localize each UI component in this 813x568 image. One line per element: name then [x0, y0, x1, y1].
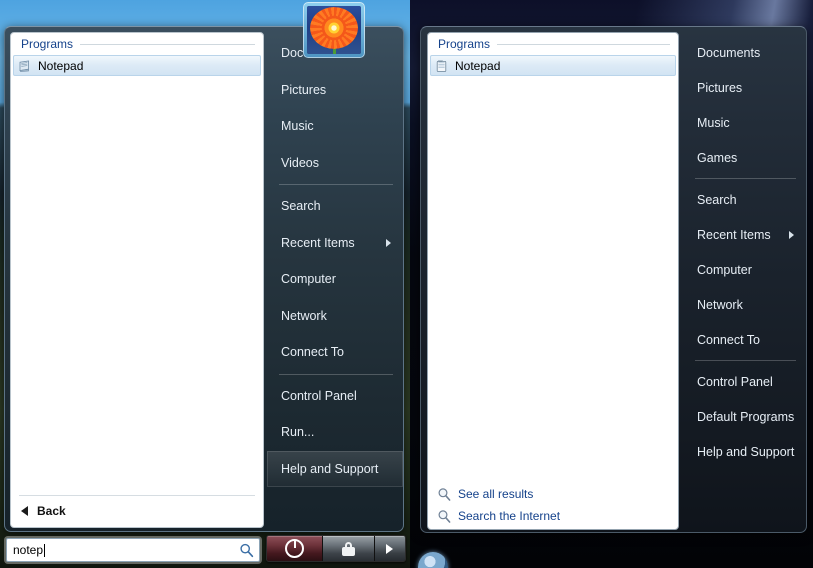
- menu-item-connect-to[interactable]: Connect To: [267, 334, 403, 371]
- menu-item-label: Documents: [697, 45, 761, 60]
- menu-item-label: Network: [697, 297, 743, 312]
- menu-item-label: Videos: [281, 155, 319, 170]
- chevron-right-icon: [789, 230, 794, 239]
- menu-item-label: Games: [697, 150, 738, 165]
- menu-item-pictures[interactable]: Pictures: [683, 70, 806, 105]
- menu-separator: [695, 360, 796, 361]
- menu-item-help-and-support[interactable]: Help and Support: [683, 434, 806, 469]
- menu-item-computer[interactable]: Computer: [267, 261, 403, 298]
- menu-item-label: Help and Support: [697, 444, 795, 459]
- search-the-internet-label: Search the Internet: [458, 509, 561, 523]
- menu-separator: [279, 184, 393, 185]
- lock-button[interactable]: [322, 536, 374, 561]
- result-item-label: Notepad: [38, 58, 84, 73]
- notepad-icon: [435, 59, 449, 73]
- menu-item-label: Computer: [697, 262, 752, 277]
- back-button-left[interactable]: Back: [11, 495, 263, 527]
- chevron-right-icon: [386, 238, 391, 247]
- search-the-internet-link[interactable]: Search the Internet: [428, 505, 678, 527]
- user-avatar-flower[interactable]: [303, 2, 365, 58]
- header-rule: [80, 43, 255, 45]
- programs-header-left: Programs: [11, 33, 263, 55]
- programs-header-label: Programs: [21, 37, 74, 51]
- start-menu-links-right: Documents Pictures Music Games Search Re…: [683, 27, 806, 532]
- see-all-results-label: See all results: [458, 487, 534, 501]
- menu-item-control-panel[interactable]: Control Panel: [683, 364, 806, 399]
- menu-item-videos[interactable]: Videos: [267, 145, 403, 182]
- menu-item-label: Music: [281, 119, 314, 134]
- search-icon[interactable]: [239, 543, 254, 558]
- result-item-notepad-right[interactable]: Notepad: [430, 55, 676, 76]
- menu-item-label: Default Programs: [697, 409, 795, 424]
- menu-item-network[interactable]: Network: [683, 287, 806, 322]
- menu-item-search[interactable]: Search: [683, 182, 806, 217]
- search-icon: [437, 487, 452, 502]
- menu-item-run[interactable]: Run...: [267, 414, 403, 451]
- programs-header-right: Programs: [428, 33, 678, 55]
- menu-separator: [695, 178, 796, 179]
- menu-item-music[interactable]: Music: [267, 108, 403, 145]
- search-footer-links: See all results Search the Internet: [428, 483, 678, 527]
- menu-item-games[interactable]: Games: [683, 140, 806, 175]
- menu-item-label: Search: [697, 192, 737, 207]
- menu-item-label: Search: [281, 199, 321, 214]
- menu-item-control-panel[interactable]: Control Panel: [267, 378, 403, 415]
- left-desktop: Programs Notepad Back Pictures Music Vid…: [0, 0, 410, 568]
- program-results-pane-left: Programs Notepad Back: [10, 32, 264, 528]
- menu-item-pictures[interactable]: Pictures: [267, 72, 403, 109]
- menu-item-help-and-support[interactable]: Help and Support: [267, 450, 403, 487]
- right-desktop: Programs Notepad See all results Search …: [410, 0, 813, 568]
- lock-icon: [341, 541, 355, 556]
- search-icon: [437, 509, 452, 524]
- menu-item-label: Control Panel: [697, 374, 773, 389]
- start-menu-links-left: Documents Pictures Music Videos Search R…: [267, 27, 403, 531]
- menu-item-search[interactable]: Search: [267, 188, 403, 225]
- menu-item-label: Music: [697, 115, 730, 130]
- menu-item-recent-items[interactable]: Recent Items: [267, 225, 403, 262]
- menu-item-label: Control Panel: [281, 388, 357, 403]
- result-item-notepad-left[interactable]: Notepad: [13, 55, 261, 76]
- menu-separator: [279, 373, 393, 375]
- menu-item-label: Run...: [281, 425, 315, 440]
- menu-item-recent-items[interactable]: Recent Items: [683, 217, 806, 252]
- start-menu-left: Programs Notepad Back Pictures Music Vid…: [4, 26, 404, 532]
- screenshot-root: Programs Notepad Back Pictures Music Vid…: [0, 0, 813, 568]
- program-results-pane-right: Programs Notepad See all results Search …: [427, 32, 679, 530]
- menu-item-label: Pictures: [697, 80, 743, 95]
- menu-item-music[interactable]: Music: [683, 105, 806, 140]
- avatar-frame: [303, 2, 365, 58]
- triangle-right-icon: [386, 543, 394, 554]
- power-button-group-left: [266, 535, 406, 562]
- menu-item-computer[interactable]: Computer: [683, 252, 806, 287]
- menu-item-label: Pictures: [281, 82, 327, 97]
- text-caret: [44, 543, 46, 557]
- menu-item-connect-to[interactable]: Connect To: [683, 322, 806, 357]
- menu-item-network[interactable]: Network: [267, 298, 403, 335]
- back-label: Back: [37, 503, 66, 518]
- start-menu-right: Programs Notepad See all results Search …: [420, 26, 807, 533]
- back-separator: [19, 495, 255, 496]
- power-icon: [285, 539, 305, 558]
- result-item-label: Notepad: [455, 58, 501, 73]
- menu-item-label: Connect To: [697, 332, 761, 347]
- menu-item-label: Network: [281, 308, 327, 323]
- notepad-icon: [18, 59, 32, 73]
- menu-item-documents[interactable]: Documents: [683, 35, 806, 70]
- header-rule: [497, 43, 670, 45]
- menu-item-label: Computer: [281, 272, 336, 287]
- shutdown-button[interactable]: [267, 536, 323, 561]
- start-search-left[interactable]: notep: [6, 538, 260, 562]
- menu-item-label: Recent Items: [281, 235, 355, 250]
- menu-item-label: Recent Items: [697, 227, 771, 242]
- power-options-button[interactable]: [373, 536, 405, 561]
- see-all-results-link[interactable]: See all results: [428, 483, 678, 505]
- menu-item-label: Connect To: [281, 345, 345, 360]
- search-input-value[interactable]: notep: [13, 543, 43, 557]
- menu-item-label: Help and Support: [281, 461, 379, 476]
- triangle-left-icon: [21, 505, 28, 516]
- menu-item-default-programs[interactable]: Default Programs: [683, 399, 806, 434]
- start-orb-icon[interactable]: [418, 552, 448, 568]
- programs-header-label: Programs: [438, 37, 491, 51]
